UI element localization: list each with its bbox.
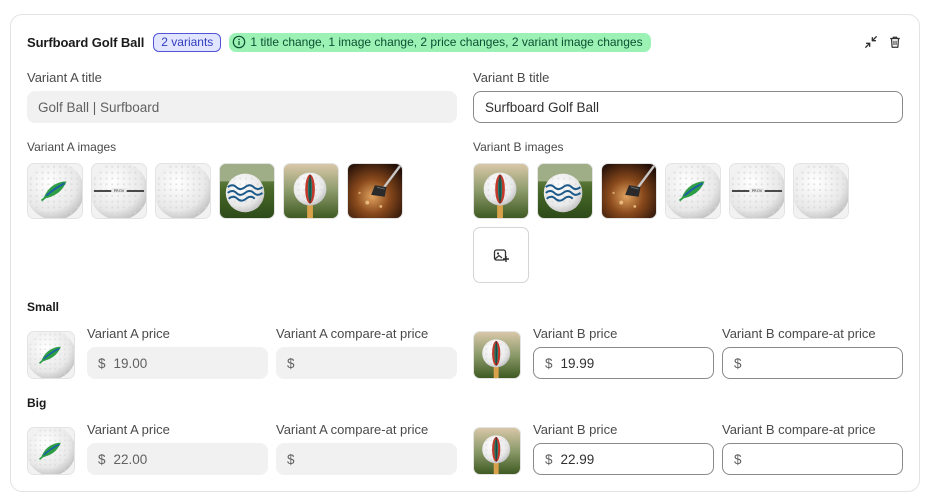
- variant-a-image-ball-logo-line[interactable]: [91, 163, 147, 219]
- variant-b-price-input[interactable]: $ 22.99: [533, 443, 714, 475]
- variant-a-small-image[interactable]: [27, 331, 75, 379]
- variant-b-title-value: Surfboard Golf Ball: [485, 99, 600, 115]
- currency-prefix: $: [545, 451, 553, 467]
- variant-b-image-ball-leaf[interactable]: [665, 163, 721, 219]
- variant-b-compare-label: Variant B compare-at price: [722, 422, 876, 437]
- variant-a-images-label: Variant A images: [27, 140, 117, 154]
- currency-prefix: $: [287, 355, 295, 371]
- variant-a-image-ball-leaf[interactable]: [27, 163, 83, 219]
- variant-a-compare-label: Variant A compare-at price: [276, 326, 429, 341]
- variant-b-image-club-sand[interactable]: [601, 163, 657, 219]
- variant-a-compare-field: $: [276, 347, 457, 379]
- variant-a-price-value: 22.00: [113, 451, 148, 467]
- variant-b-price-value: 19.99: [560, 355, 595, 371]
- currency-prefix: $: [734, 451, 742, 467]
- variant-b-price-label: Variant B price: [533, 422, 618, 437]
- product-title: Surfboard Golf Ball: [27, 34, 145, 50]
- variant-b-image-ball-logo-line[interactable]: [729, 163, 785, 219]
- variant-b-price-input[interactable]: $ 19.99: [533, 347, 714, 379]
- add-image-button[interactable]: [473, 227, 529, 283]
- variant-b-price-label: Variant B price: [533, 326, 618, 341]
- collapse-icon[interactable]: [863, 34, 879, 50]
- trash-icon[interactable]: [887, 34, 903, 50]
- variant-a-price-field: $ 22.00: [87, 443, 268, 475]
- currency-prefix: $: [98, 355, 106, 371]
- variant-a-image-ball-plain[interactable]: [155, 163, 211, 219]
- variant-b-image-ball-plain[interactable]: [793, 163, 849, 219]
- variant-a-compare-field: $: [276, 443, 457, 475]
- variant-a-title-value: Golf Ball | Surfboard: [38, 99, 160, 115]
- header-actions: [863, 34, 903, 50]
- variant-b-image-ball-waves-grass[interactable]: [537, 163, 593, 219]
- variant-section-title: Big: [27, 396, 47, 410]
- variant-a-price-label: Variant A price: [87, 422, 170, 437]
- variants-badge: 2 variants: [153, 32, 222, 52]
- variant-a-big-image[interactable]: [27, 427, 75, 475]
- variant-b-images-label: Variant B images: [473, 140, 564, 154]
- variant-b-big-image[interactable]: [473, 427, 521, 475]
- variant-a-compare-label: Variant A compare-at price: [276, 422, 429, 437]
- currency-prefix: $: [734, 355, 742, 371]
- variant-b-small-image[interactable]: [473, 331, 521, 379]
- currency-prefix: $: [545, 355, 553, 371]
- variant-a-image-ball-surfboard-tee[interactable]: [283, 163, 339, 219]
- variant-b-price-value: 22.99: [560, 451, 595, 467]
- variant-a-price-value: 19.00: [113, 355, 148, 371]
- variant-a-image-club-sand[interactable]: [347, 163, 403, 219]
- currency-prefix: $: [287, 451, 295, 467]
- product-card: Surfboard Golf Ball 2 variants 1 title c…: [10, 14, 920, 492]
- variant-section-title: Small: [27, 300, 60, 314]
- info-icon: [232, 35, 246, 49]
- changes-badge: 1 title change, 1 image change, 2 price …: [229, 32, 651, 52]
- variant-a-image-ball-waves-grass[interactable]: [219, 163, 275, 219]
- variant-b-compare-input[interactable]: $: [722, 443, 903, 475]
- variant-a-price-field: $ 19.00: [87, 347, 268, 379]
- variant-a-price-label: Variant A price: [87, 326, 170, 341]
- currency-prefix: $: [98, 451, 106, 467]
- variant-b-title-label: Variant B title: [473, 70, 550, 85]
- variant-b-compare-input[interactable]: $: [722, 347, 903, 379]
- variant-a-title-field: Golf Ball | Surfboard: [27, 91, 457, 123]
- variant-b-title-input[interactable]: Surfboard Golf Ball: [473, 91, 903, 123]
- changes-summary: 1 title change, 1 image change, 2 price …: [250, 35, 643, 49]
- variant-b-compare-label: Variant B compare-at price: [722, 326, 876, 341]
- variant-a-title-label: Variant A title: [27, 70, 102, 85]
- variant-b-image-ball-surfboard-tee[interactable]: [473, 163, 529, 219]
- card-header: Surfboard Golf Ball 2 variants 1 title c…: [27, 31, 903, 53]
- add-image-icon: [493, 247, 509, 263]
